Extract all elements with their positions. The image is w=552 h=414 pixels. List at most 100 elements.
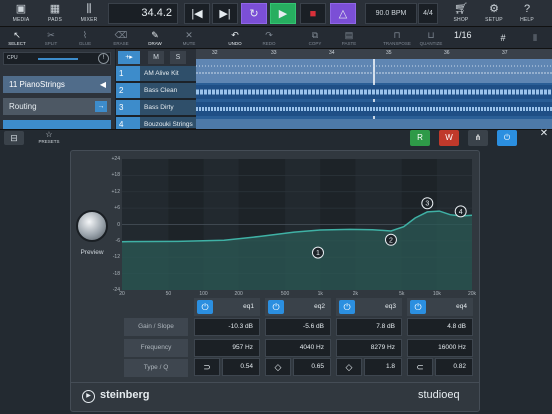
solo-all-button[interactable]: S — [170, 51, 186, 64]
paste-button[interactable]: ▤ PASTE — [332, 28, 366, 48]
hz-tick-label: 100 — [199, 291, 208, 297]
collapse-icon[interactable]: ◀ — [100, 76, 106, 93]
divider — [71, 382, 479, 383]
signature-display[interactable]: 4/4 — [418, 3, 438, 24]
play-icon: ▶ — [278, 8, 288, 20]
mixer-button[interactable]: ⫼ MIXER — [72, 2, 106, 25]
routing-graph-button[interactable]: ⋔ — [468, 130, 488, 146]
track-row[interactable]: 2 Bass Clean — [116, 83, 196, 99]
q-field[interactable]: 1.8 — [364, 358, 402, 376]
select-tool[interactable]: ↖ SELECT — [0, 28, 34, 48]
power-icon: ⏻ — [272, 302, 280, 312]
band-power-button[interactable]: ⏻ — [410, 300, 426, 314]
frequency-field[interactable]: 8279 Hz — [336, 339, 402, 357]
pads-button[interactable]: ▦ PADS — [38, 2, 72, 25]
timeline-ruler[interactable]: 32 33 34 35 36 37 — [196, 49, 552, 59]
steinberg-logo-icon: ▶ — [82, 390, 95, 403]
position-display[interactable]: 34.4.2 — [108, 3, 178, 24]
high-shelf-icon[interactable]: ⊂ — [407, 358, 433, 376]
hz-tick-label: 20k — [467, 291, 477, 297]
peak-icon[interactable]: ◇ — [336, 358, 362, 376]
routing-icon: → — [95, 101, 107, 112]
media-icon: ▣ — [15, 3, 27, 15]
gain-field[interactable]: 4.8 dB — [407, 318, 473, 336]
gain-field[interactable]: -5.6 dB — [265, 318, 331, 336]
selected-track[interactable]: 11 PianoStrings ◀ — [3, 76, 111, 93]
q-field[interactable]: 0.54 — [222, 358, 260, 376]
db-tick-label: 0 — [117, 221, 120, 228]
mute-all-button[interactable]: M — [148, 51, 164, 64]
quantize-button[interactable]: ⊔ QUANTIZE — [414, 28, 448, 48]
record-button[interactable]: ■ — [300, 3, 326, 24]
quantize-value[interactable]: 1/16 — [454, 30, 472, 40]
metronome-button[interactable]: △ — [330, 3, 356, 24]
db-tick-label: +6 — [114, 205, 120, 212]
mute-tool[interactable]: ✕ MUTE — [172, 28, 206, 48]
undo-button[interactable]: ↶ UNDO — [218, 28, 252, 48]
clip-waveforms — [196, 59, 552, 129]
setup-button[interactable]: ⚙ SETUP — [477, 2, 511, 25]
shop-button[interactable]: 🛒︎ SHOP — [444, 2, 478, 25]
bypass-button[interactable]: ⏻ — [497, 130, 517, 146]
track-row[interactable]: 1 AM Alive Kit — [116, 66, 196, 82]
copy-button[interactable]: ⧉ COPY — [298, 28, 332, 48]
close-button[interactable]: ✕ — [538, 128, 550, 140]
tempo-display[interactable]: 90.0 BPM — [365, 3, 417, 24]
play-button[interactable]: ▶ — [270, 3, 296, 24]
hz-tick-label: 5k — [399, 291, 405, 297]
peak-icon[interactable]: ◇ — [265, 358, 291, 376]
add-track-button[interactable]: +▸ — [118, 51, 140, 64]
glue-tool[interactable]: ⌇ GLUE — [68, 28, 102, 48]
band-power-button[interactable]: ⏻ — [268, 300, 284, 314]
metronome-icon: △ — [338, 8, 348, 20]
media-button[interactable]: ▣ MEDIA — [4, 2, 38, 25]
presets-button[interactable]: ☆ PRESETS — [34, 130, 64, 148]
transpose-button[interactable]: ⊓ TRANSPOSE — [380, 28, 414, 48]
q-field[interactable]: 0.65 — [293, 358, 331, 376]
snap-button[interactable]: ⫴ — [518, 28, 552, 48]
frequency-field[interactable]: 957 Hz — [194, 339, 260, 357]
frequency-field[interactable]: 4040 Hz — [265, 339, 331, 357]
preview-knob[interactable] — [76, 210, 108, 242]
draw-tool[interactable]: ✎ DRAW — [138, 28, 172, 48]
low-shelf-icon[interactable]: ⊃ — [194, 358, 220, 376]
arrange-clips[interactable] — [196, 59, 552, 129]
cpu-meter: CPU! — [3, 52, 111, 65]
band-handle-3[interactable]: 3 — [421, 197, 434, 210]
svg-text:2: 2 — [389, 237, 393, 244]
eq-graph[interactable]: 1 2 3 4 — [122, 159, 472, 290]
copy-icon: ⧉ — [311, 29, 319, 40]
help-button[interactable]: ? HELP — [510, 2, 544, 25]
q-field[interactable]: 0.82 — [435, 358, 473, 376]
loop-button[interactable]: ↻ — [241, 3, 267, 24]
read-automation-button[interactable]: R — [410, 130, 430, 146]
grid-button[interactable]: # — [486, 28, 520, 48]
band-power-button[interactable]: ⏻ — [197, 300, 213, 314]
paste-icon: ▤ — [344, 29, 354, 40]
svg-text:4: 4 — [459, 209, 463, 216]
redo-button[interactable]: ↷ REDO — [252, 28, 286, 48]
track-row[interactable]: 3 Bass Dirty — [116, 100, 196, 116]
warning-icon[interactable]: ! — [98, 53, 109, 64]
frequency-field[interactable]: 16000 Hz — [407, 339, 473, 357]
band-handle-4[interactable]: 4 — [454, 205, 467, 218]
forward-button[interactable]: ▶| — [212, 3, 238, 24]
gain-field[interactable]: -10.3 dB — [194, 318, 260, 336]
band-power-button[interactable]: ⏻ — [339, 300, 355, 314]
gain-field[interactable]: 7.8 dB — [336, 318, 402, 336]
routing-section[interactable]: Routing → — [3, 98, 111, 115]
ruler-label: 33 — [271, 50, 277, 56]
split-tool[interactable]: ✂ SPLIT — [34, 28, 68, 48]
band-header: ⏻ eq4 — [407, 298, 473, 316]
band-handle-2[interactable]: 2 — [384, 233, 397, 246]
track-row[interactable]: 4 Bouzouki Strings — [116, 117, 196, 129]
write-automation-button[interactable]: W — [439, 130, 459, 146]
quantize-icon: ⊔ — [427, 29, 435, 40]
band-handle-1[interactable]: 1 — [311, 246, 324, 259]
rewind-button[interactable]: |◀ — [184, 3, 210, 24]
erase-tool[interactable]: ⌫ ERASE — [104, 28, 138, 48]
add-track-icon: +▸ — [125, 54, 133, 61]
svg-text:1: 1 — [316, 250, 320, 257]
hz-tick-label: 500 — [280, 291, 290, 297]
inspector-toggle[interactable]: ⊟ — [4, 131, 24, 145]
